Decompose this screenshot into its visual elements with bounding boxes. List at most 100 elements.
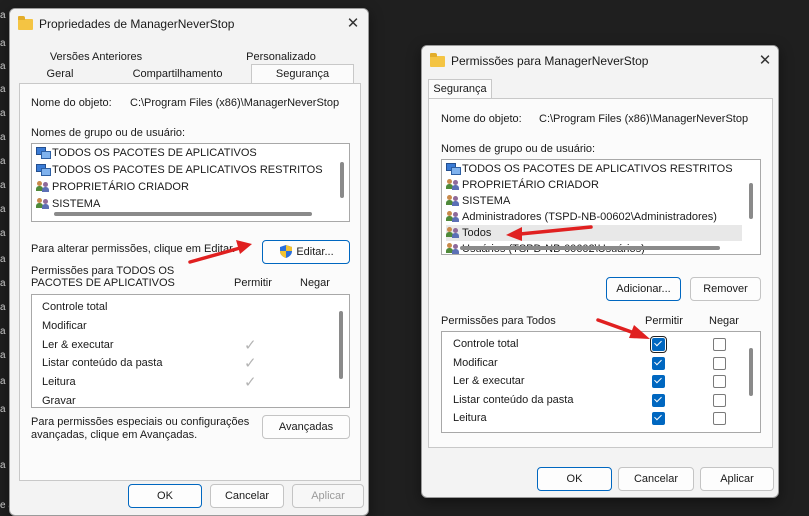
edit-button[interactable]: Editar...	[262, 240, 350, 264]
tab-seguranca[interactable]: Segurança	[428, 79, 492, 99]
allow-checkbox[interactable]	[650, 336, 667, 353]
close-icon[interactable]: ✕	[756, 52, 774, 70]
background-text-fragment: a	[0, 278, 6, 289]
edit-hint: Para alterar permissões, clique em Edita…	[31, 243, 236, 255]
title-bar[interactable]: Propriedades de ManagerNeverStop ✕	[10, 9, 368, 39]
list-item[interactable]: TODOS OS PACOTES DE APLICATIVOS	[36, 145, 326, 161]
allow-checkbox[interactable]	[652, 412, 665, 426]
list-item[interactable]: TODOS OS PACOTES DE APLICATIVOS RESTRITO…	[36, 162, 326, 178]
uac-shield-icon	[280, 245, 292, 258]
cancel-button[interactable]: Cancelar	[618, 467, 694, 491]
background-text-fragment: a	[0, 302, 6, 313]
horizontal-scrollbar[interactable]	[54, 212, 312, 216]
package-icon	[36, 147, 51, 159]
list-item-selected[interactable]: Todos	[446, 225, 742, 241]
background-text-fragment: a	[0, 254, 6, 265]
folder-icon	[18, 16, 33, 30]
allow-checkbox[interactable]	[652, 375, 665, 389]
deny-checkbox[interactable]	[713, 356, 726, 370]
users-icon	[446, 211, 460, 223]
advanced-button[interactable]: Avançadas	[262, 415, 350, 439]
ok-button[interactable]: OK	[537, 467, 612, 491]
permission-row: Modificar	[42, 317, 87, 335]
tab-compartilhamento[interactable]: Compartilhamento	[106, 66, 249, 83]
groups-listbox[interactable]: TODOS OS PACOTES DE APLICATIVOS TODOS OS…	[31, 143, 350, 222]
properties-dialog: Propriedades de ManagerNeverStop ✕ Versõ…	[9, 8, 369, 516]
deny-checkbox[interactable]	[713, 393, 726, 407]
permissions-listbox[interactable]: Controle total Modificar Ler & executar ✓ Li…	[31, 294, 350, 408]
list-item[interactable]: SISTEMA	[446, 193, 742, 209]
background-text-fragment: a	[0, 326, 6, 337]
deny-checkbox[interactable]	[713, 338, 726, 351]
window-title: Propriedades de ManagerNeverStop	[39, 17, 235, 31]
permission-name: Modificar	[453, 356, 498, 369]
group-name: TODOS OS PACOTES DE APLICATIVOS RESTRITO…	[462, 163, 733, 175]
cancel-button[interactable]: Cancelar	[210, 484, 284, 508]
permission-name: Controle total	[453, 338, 519, 350]
advanced-hint-line1: Para permissões especiais ou configuraçõ…	[31, 416, 250, 428]
list-item[interactable]: PROPRIETÁRIO CRIADOR	[36, 179, 326, 195]
tab-geral[interactable]: Geral	[19, 66, 101, 83]
background-text-fragment: a	[0, 180, 6, 191]
permission-name: Ler & executar	[453, 375, 525, 388]
background-text-fragment: a	[0, 84, 6, 95]
tab-seguranca[interactable]: Segurança	[251, 64, 354, 84]
background-text-fragment: a	[0, 61, 6, 72]
vertical-scrollbar[interactable]	[339, 311, 343, 379]
deny-header: Negar	[709, 315, 739, 327]
package-icon	[36, 164, 51, 176]
permission-row: Leitura	[42, 373, 76, 391]
background-text-fragment: a	[0, 460, 6, 471]
vertical-scrollbar[interactable]	[749, 348, 753, 396]
deny-checkbox[interactable]	[713, 375, 726, 389]
list-item[interactable]: PROPRIETÁRIO CRIADOR	[446, 177, 742, 193]
apply-button[interactable]: Aplicar	[700, 467, 774, 491]
permission-name: Listar conteúdo da pasta	[453, 393, 574, 406]
deny-checkbox[interactable]	[713, 412, 726, 426]
tab-versoes-anteriores[interactable]: Versões Anteriores	[24, 49, 168, 66]
permission-row: Modificar	[453, 354, 498, 372]
security-tab-panel: Nome do objeto: C:\Program Files (x86)\M…	[19, 83, 361, 481]
group-name: PROPRIETÁRIO CRIADOR	[52, 181, 189, 193]
background-text-fragment: a	[0, 404, 6, 415]
permission-row: Ler & executar	[453, 372, 525, 390]
permission-name: Ler & executar	[42, 338, 114, 351]
groups-label: Nomes de grupo ou de usuário:	[441, 143, 596, 155]
add-button[interactable]: Adicionar...	[606, 277, 681, 301]
list-item[interactable]: TODOS OS PACOTES DE APLICATIVOS RESTRITO…	[446, 161, 742, 177]
allow-checkbox[interactable]	[652, 356, 665, 370]
title-bar[interactable]: Permissões para ManagerNeverStop ✕	[422, 46, 778, 76]
vertical-scrollbar[interactable]	[749, 183, 753, 219]
group-name: TODOS OS PACOTES DE APLICATIVOS RESTRITO…	[52, 164, 323, 176]
vertical-scrollbar[interactable]	[340, 162, 344, 198]
allow-header: Permitir	[645, 315, 683, 327]
allow-checkbox[interactable]	[652, 393, 665, 407]
advanced-hint-line2: avançadas, clique em Avançadas.	[31, 429, 198, 441]
folder-icon	[430, 53, 445, 67]
object-name-value: C:\Program Files (x86)\ManagerNeverStop	[539, 113, 749, 125]
remove-button[interactable]: Remover	[690, 277, 761, 301]
allow-header: Permitir	[234, 277, 272, 289]
ok-button[interactable]: OK	[128, 484, 202, 508]
permissions-listbox[interactable]: Controle total Modificar Ler & executar Lis…	[441, 331, 761, 433]
allow-inherited-check-icon: ✓	[244, 355, 257, 373]
window-title: Permissões para ManagerNeverStop	[451, 54, 649, 68]
groups-listbox[interactable]: TODOS OS PACOTES DE APLICATIVOS RESTRITO…	[441, 159, 761, 255]
permission-name: Gravar	[42, 395, 76, 407]
permission-row: Listar conteúdo da pasta	[42, 354, 162, 372]
users-icon	[36, 198, 50, 210]
background-text-fragment: a	[0, 376, 6, 387]
group-name: SISTEMA	[462, 195, 511, 207]
apply-button[interactable]: Aplicar	[292, 484, 364, 508]
groups-label: Nomes de grupo ou de usuário:	[31, 127, 186, 139]
horizontal-scrollbar[interactable]	[460, 246, 720, 250]
list-item[interactable]: SISTEMA	[36, 196, 326, 212]
list-item[interactable]: Administradores (TSPD-NB-00602\Administr…	[446, 209, 742, 225]
background-text-fragment: a	[0, 10, 6, 21]
close-icon[interactable]: ✕	[344, 15, 362, 33]
permission-row: Controle total	[453, 335, 518, 353]
permissions-dialog: Permissões para ManagerNeverStop ✕ Segur…	[421, 45, 779, 498]
background-text-fragment: a	[0, 108, 6, 119]
group-name: Administradores (TSPD-NB-00602\Administr…	[462, 211, 717, 223]
security-tab-panel: Nome do objeto: C:\Program Files (x86)\M…	[428, 98, 773, 448]
